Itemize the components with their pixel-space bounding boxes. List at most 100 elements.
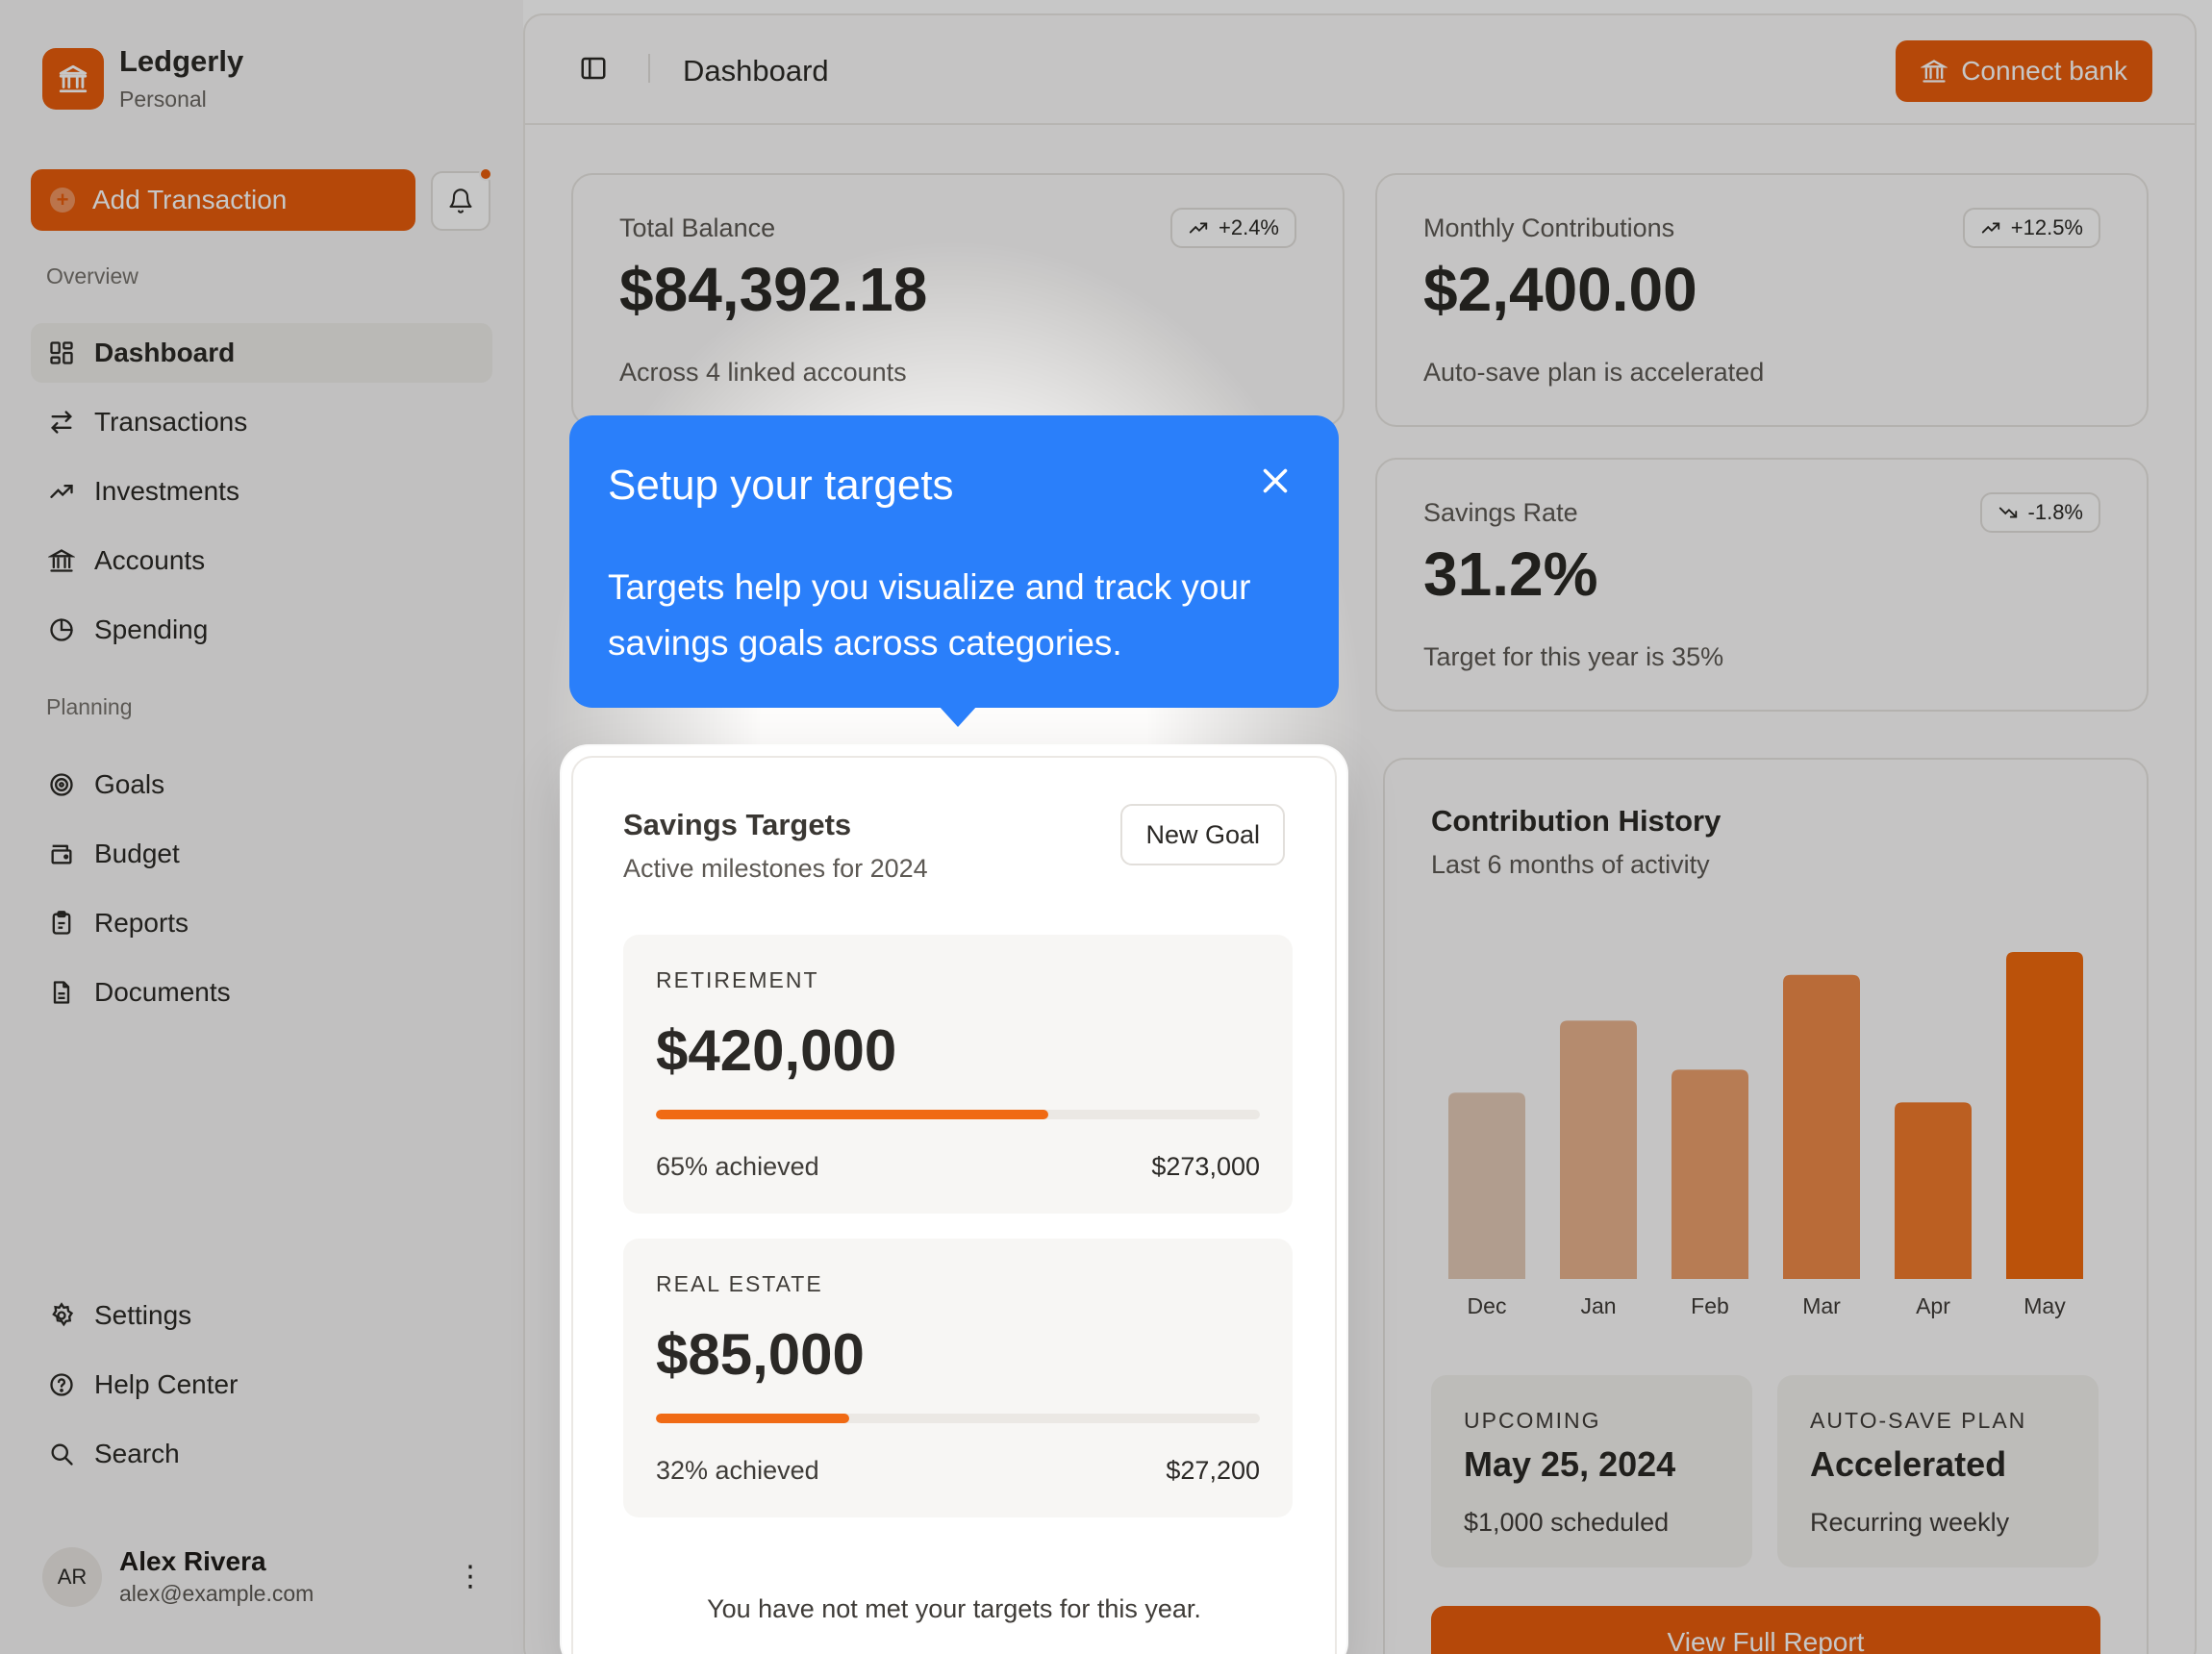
- sidebar-item-label: Spending: [94, 614, 209, 644]
- sidebar-item-transactions[interactable]: Transactions: [31, 392, 492, 452]
- contribution-history-card: Contribution History Last 6 months of ac…: [1383, 758, 2149, 1654]
- document-icon: [53, 981, 70, 1004]
- stat-value: $2,400.00: [1423, 255, 1697, 324]
- sidebar-item-goals[interactable]: Goals: [31, 755, 492, 814]
- change-value: -1.8%: [2027, 500, 2083, 524]
- goal-achieved: 32% achieved: [656, 1456, 819, 1485]
- sidebar-item-accounts[interactable]: Accounts: [31, 531, 492, 590]
- stat-label: Savings Rate: [1423, 498, 1578, 527]
- view-full-report-button[interactable]: View Full Report: [1431, 1606, 2100, 1654]
- x-tick-label: Dec: [1468, 1293, 1507, 1318]
- mini-label: UPCOMING: [1464, 1408, 1601, 1433]
- goal-progress-track: [656, 1110, 1260, 1119]
- sidebar-item-investments[interactable]: Investments: [31, 462, 492, 521]
- pie-icon: [50, 618, 73, 641]
- change-value: +12.5%: [2010, 215, 2083, 239]
- sidebar-item-reports[interactable]: Reports: [31, 893, 492, 953]
- notifications-button[interactable]: [431, 167, 492, 231]
- sidebar-item-spending[interactable]: Spending: [31, 600, 492, 660]
- savings-targets-highlight: Savings Targets Active milestones for 20…: [562, 746, 1346, 1654]
- stat-note: Target for this year is 35%: [1423, 642, 1724, 671]
- change-badge: +12.5%: [1962, 208, 2100, 248]
- goal-progress-fill: [656, 1110, 1049, 1119]
- brand[interactable]: Ledgerly Personal: [42, 44, 243, 113]
- tooltip-body: Targets help you visualize and track you…: [608, 567, 1251, 663]
- target-icon: [50, 773, 73, 796]
- mini-note: $1,000 scheduled: [1464, 1508, 1670, 1537]
- brand-subtitle: Personal: [119, 87, 207, 112]
- sidebar-item-label: Help Center: [94, 1369, 239, 1399]
- x-tick-label: Mar: [1802, 1293, 1841, 1318]
- sidebar-toggle-icon[interactable]: [579, 54, 608, 88]
- bar-apr[interactable]: [1895, 1102, 1972, 1279]
- sidebar-item-label: Dashboard: [94, 338, 236, 367]
- sidebar-item-dashboard[interactable]: Dashboard: [31, 323, 492, 383]
- stat-note: Across 4 linked accounts: [619, 358, 907, 387]
- add-transaction-label: Add Transaction: [92, 185, 288, 214]
- savings-targets-title: Savings Targets: [623, 808, 852, 841]
- goal-progress-track: [656, 1414, 1260, 1423]
- goal-achieved: 65% achieved: [656, 1152, 819, 1181]
- mini-value: May 25, 2024: [1464, 1444, 1676, 1484]
- sidebar-item-help-center[interactable]: Help Center: [31, 1355, 492, 1415]
- bar-jan[interactable]: [1560, 1020, 1637, 1279]
- goal-amount: $27,200: [1166, 1456, 1260, 1485]
- add-transaction-button[interactable]: + Add Transaction: [31, 169, 415, 231]
- bank-icon: [1921, 60, 1948, 83]
- sidebar-item-label: Reports: [94, 908, 189, 938]
- monthly-contributions-card: Monthly Contributions $2,400.00 Auto-sav…: [1375, 173, 2149, 427]
- more-options-icon[interactable]: ⋮: [456, 1560, 485, 1593]
- onboarding-tooltip: Setup your targets Targets help you visu…: [569, 415, 1339, 727]
- close-icon[interactable]: [1256, 462, 1295, 500]
- sidebar-item-documents[interactable]: Documents: [31, 963, 492, 1022]
- stat-value: 31.2%: [1423, 539, 1598, 609]
- bar-dec[interactable]: [1448, 1092, 1525, 1279]
- stat-label: Monthly Contributions: [1423, 213, 1675, 242]
- x-tick-label: May: [2023, 1293, 2066, 1318]
- wallet-icon: [51, 844, 72, 865]
- mini-value: Accelerated: [1810, 1444, 2007, 1484]
- notification-dot: [479, 167, 492, 181]
- bar-mar[interactable]: [1783, 974, 1860, 1279]
- change-value: +2.4%: [1219, 215, 1279, 239]
- divider: [648, 54, 650, 83]
- trend-up-icon: [1981, 222, 1999, 234]
- stat-value: $84,392.18: [619, 255, 928, 324]
- bank-logo-icon: [42, 47, 104, 110]
- stat-note: Auto-save plan is accelerated: [1423, 358, 1765, 387]
- bar-feb[interactable]: [1672, 1069, 1748, 1279]
- arrows-icon: [51, 411, 72, 434]
- sidebar-item-settings[interactable]: Settings: [31, 1286, 492, 1345]
- change-badge: -1.8%: [1979, 492, 2100, 533]
- trend-up-icon: [50, 485, 73, 498]
- goal-card-retirement[interactable]: RETIREMENT $420,000 65% achieved $273,00…: [623, 935, 1293, 1214]
- user-name: Alex Rivera: [119, 1546, 266, 1576]
- trend-up-icon: [1189, 222, 1208, 234]
- sidebar-item-label: Search: [94, 1439, 180, 1468]
- bar-may[interactable]: [2006, 952, 2083, 1279]
- nav-section-overview: Overview: [46, 263, 138, 288]
- auto-save-box: AUTO-SAVE PLAN Accelerated Recurring wee…: [1777, 1375, 2099, 1567]
- goal-card-real-estate[interactable]: REAL ESTATE $85,000 32% achieved $27,200: [623, 1239, 1293, 1517]
- goal-value: $85,000: [656, 1322, 865, 1387]
- savings-targets-subtitle: Active milestones for 2024: [623, 854, 928, 883]
- sidebar-item-label: Documents: [94, 977, 231, 1007]
- sidebar-item-search[interactable]: Search: [31, 1424, 492, 1484]
- sidebar-item-label: Settings: [94, 1300, 192, 1330]
- sidebar-item-label: Transactions: [94, 407, 248, 437]
- goal-label: REAL ESTATE: [656, 1271, 823, 1296]
- mini-label: AUTO-SAVE PLAN: [1810, 1408, 2027, 1433]
- new-goal-button[interactable]: New Goal: [1120, 804, 1285, 865]
- goal-progress-fill: [656, 1414, 849, 1423]
- sidebar-item-label: Investments: [94, 476, 239, 506]
- page-title: Dashboard: [683, 54, 829, 88]
- user-profile[interactable]: AR Alex Rivera alex@example.com ⋮: [42, 1546, 485, 1607]
- connect-bank-button[interactable]: Connect bank: [1896, 40, 2152, 102]
- tooltip-title: Setup your targets: [608, 462, 954, 509]
- brand-name: Ledgerly: [119, 44, 244, 78]
- contribution-bar-chart: Dec Jan Feb Mar Apr May: [1448, 952, 2083, 1318]
- sidebar-item-budget[interactable]: Budget: [31, 824, 492, 884]
- goal-value: $420,000: [656, 1018, 897, 1083]
- clipboard-icon: [52, 911, 71, 935]
- x-tick-label: Jan: [1580, 1293, 1616, 1318]
